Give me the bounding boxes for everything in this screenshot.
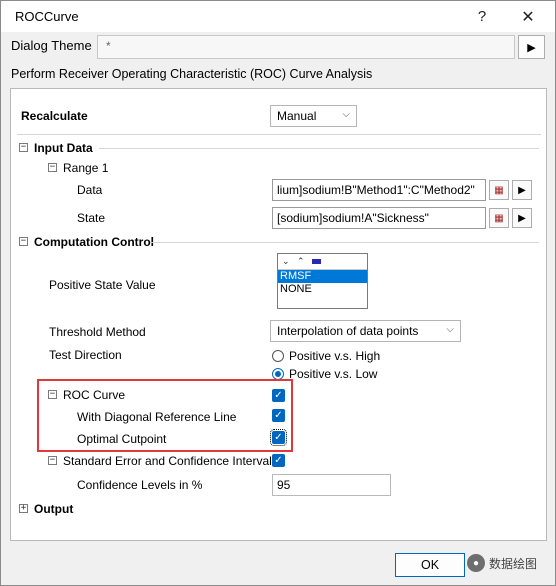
output-label: Output [34, 502, 74, 516]
move-up-icon[interactable]: ⌃ [297, 256, 305, 267]
range-label: Range 1 [63, 161, 109, 175]
settings-panel: Recalculate Manual ⌵ − Input Data − Rang… [10, 88, 547, 541]
checkmark-icon: ✓ [274, 409, 283, 421]
collapse-icon[interactable]: − [19, 143, 28, 152]
dialog-theme-label: Dialog Theme [11, 38, 92, 53]
recalculate-value: Manual [277, 109, 317, 123]
arrow-right-icon: ▶ [527, 41, 536, 54]
optimal-cutpoint-label: Optimal Cutpoint [77, 432, 167, 446]
range-picker-icon: ▦ [494, 184, 504, 196]
roc-curve-label: ROC Curve [63, 388, 126, 402]
data-label: Data [77, 183, 103, 197]
recalculate-label: Recalculate [21, 109, 88, 123]
dialog-theme-field[interactable]: * [97, 35, 515, 59]
chevron-down-icon: ⌵ [446, 324, 454, 335]
threshold-method-label: Threshold Method [49, 325, 146, 339]
select-all-icon[interactable] [312, 259, 321, 264]
dialog-theme-button[interactable]: ▶ [518, 35, 545, 59]
radio-positive-high[interactable] [272, 350, 284, 362]
title-bar: ROCCurve ? ✕ [1, 1, 555, 32]
select-range-button[interactable]: ▦ [489, 208, 509, 228]
confidence-levels-input[interactable]: 95 [272, 474, 391, 496]
collapse-icon[interactable]: − [48, 390, 57, 399]
chevron-down-icon: ⌵ [342, 109, 350, 120]
move-down-icon[interactable]: ⌄ [282, 256, 290, 267]
state-label: State [77, 211, 106, 225]
expand-icon[interactable]: + [19, 504, 28, 513]
std-error-label: Standard Error and Confidence Interval [63, 454, 272, 468]
collapse-icon[interactable]: − [48, 163, 57, 172]
close-button[interactable]: ✕ [505, 1, 551, 32]
positive-state-listbox[interactable]: ⌄ ⌃ RMSF NONE [277, 253, 368, 309]
optimal-cutpoint-checkbox[interactable]: ✓ [270, 429, 287, 446]
list-item[interactable]: RMSF [278, 270, 367, 283]
computation-control-label: Computation Control [34, 235, 154, 249]
help-icon: ? [477, 8, 487, 25]
roc-curve-dialog: ROCCurve ? ✕ Dialog Theme * ▶ Perform Re… [0, 0, 556, 586]
threshold-method-value: Interpolation of data points [277, 324, 419, 338]
select-range-button[interactable]: ▦ [489, 180, 509, 200]
positive-state-label: Positive State Value [49, 278, 156, 292]
window-title: ROCCurve [15, 9, 79, 24]
collapse-icon[interactable]: − [48, 456, 57, 465]
ok-button[interactable]: OK [395, 553, 465, 577]
help-button[interactable]: ? [459, 1, 505, 32]
std-error-checkbox[interactable]: ✓ [272, 454, 285, 467]
checkmark-icon: ✓ [274, 431, 283, 443]
radio-positive-low-label: Positive v.s. Low [289, 367, 378, 381]
divider [17, 134, 541, 135]
range-picker-icon: ▦ [494, 212, 504, 224]
radio-positive-high-label: Positive v.s. High [289, 349, 381, 363]
input-data-label: Input Data [34, 141, 93, 155]
roc-curve-checkbox[interactable]: ✓ [272, 389, 285, 402]
diagonal-line-label: With Diagonal Reference Line [77, 410, 237, 424]
wechat-icon: ● [467, 554, 485, 572]
watermark-text: 数据绘图 [489, 556, 538, 571]
checkmark-icon: ✓ [274, 454, 283, 466]
arrow-right-icon: ▶ [518, 212, 526, 224]
checkmark-icon: ✓ [274, 389, 283, 401]
state-menu-button[interactable]: ▶ [512, 208, 532, 228]
close-icon: ✕ [521, 8, 535, 26]
data-input[interactable]: lium]sodium!B"Method1":C"Method2" [272, 179, 486, 201]
confidence-levels-label: Confidence Levels in % [77, 478, 203, 492]
state-input[interactable]: [sodium]sodium!A"Sickness" [272, 207, 486, 229]
listbox-toolbar: ⌄ ⌃ [278, 254, 367, 270]
threshold-method-select[interactable]: Interpolation of data points ⌵ [270, 320, 461, 342]
test-direction-label: Test Direction [49, 348, 122, 362]
divider [151, 242, 539, 243]
data-menu-button[interactable]: ▶ [512, 180, 532, 200]
recalculate-select[interactable]: Manual ⌵ [270, 105, 357, 127]
dialog-description: Perform Receiver Operating Characteristi… [11, 67, 373, 81]
divider [99, 148, 539, 149]
diagonal-line-checkbox[interactable]: ✓ [272, 409, 285, 422]
list-item[interactable]: NONE [278, 283, 367, 296]
watermark: ● 数据绘图 [467, 554, 537, 572]
collapse-icon[interactable]: − [19, 237, 28, 246]
arrow-right-icon: ▶ [518, 184, 526, 196]
